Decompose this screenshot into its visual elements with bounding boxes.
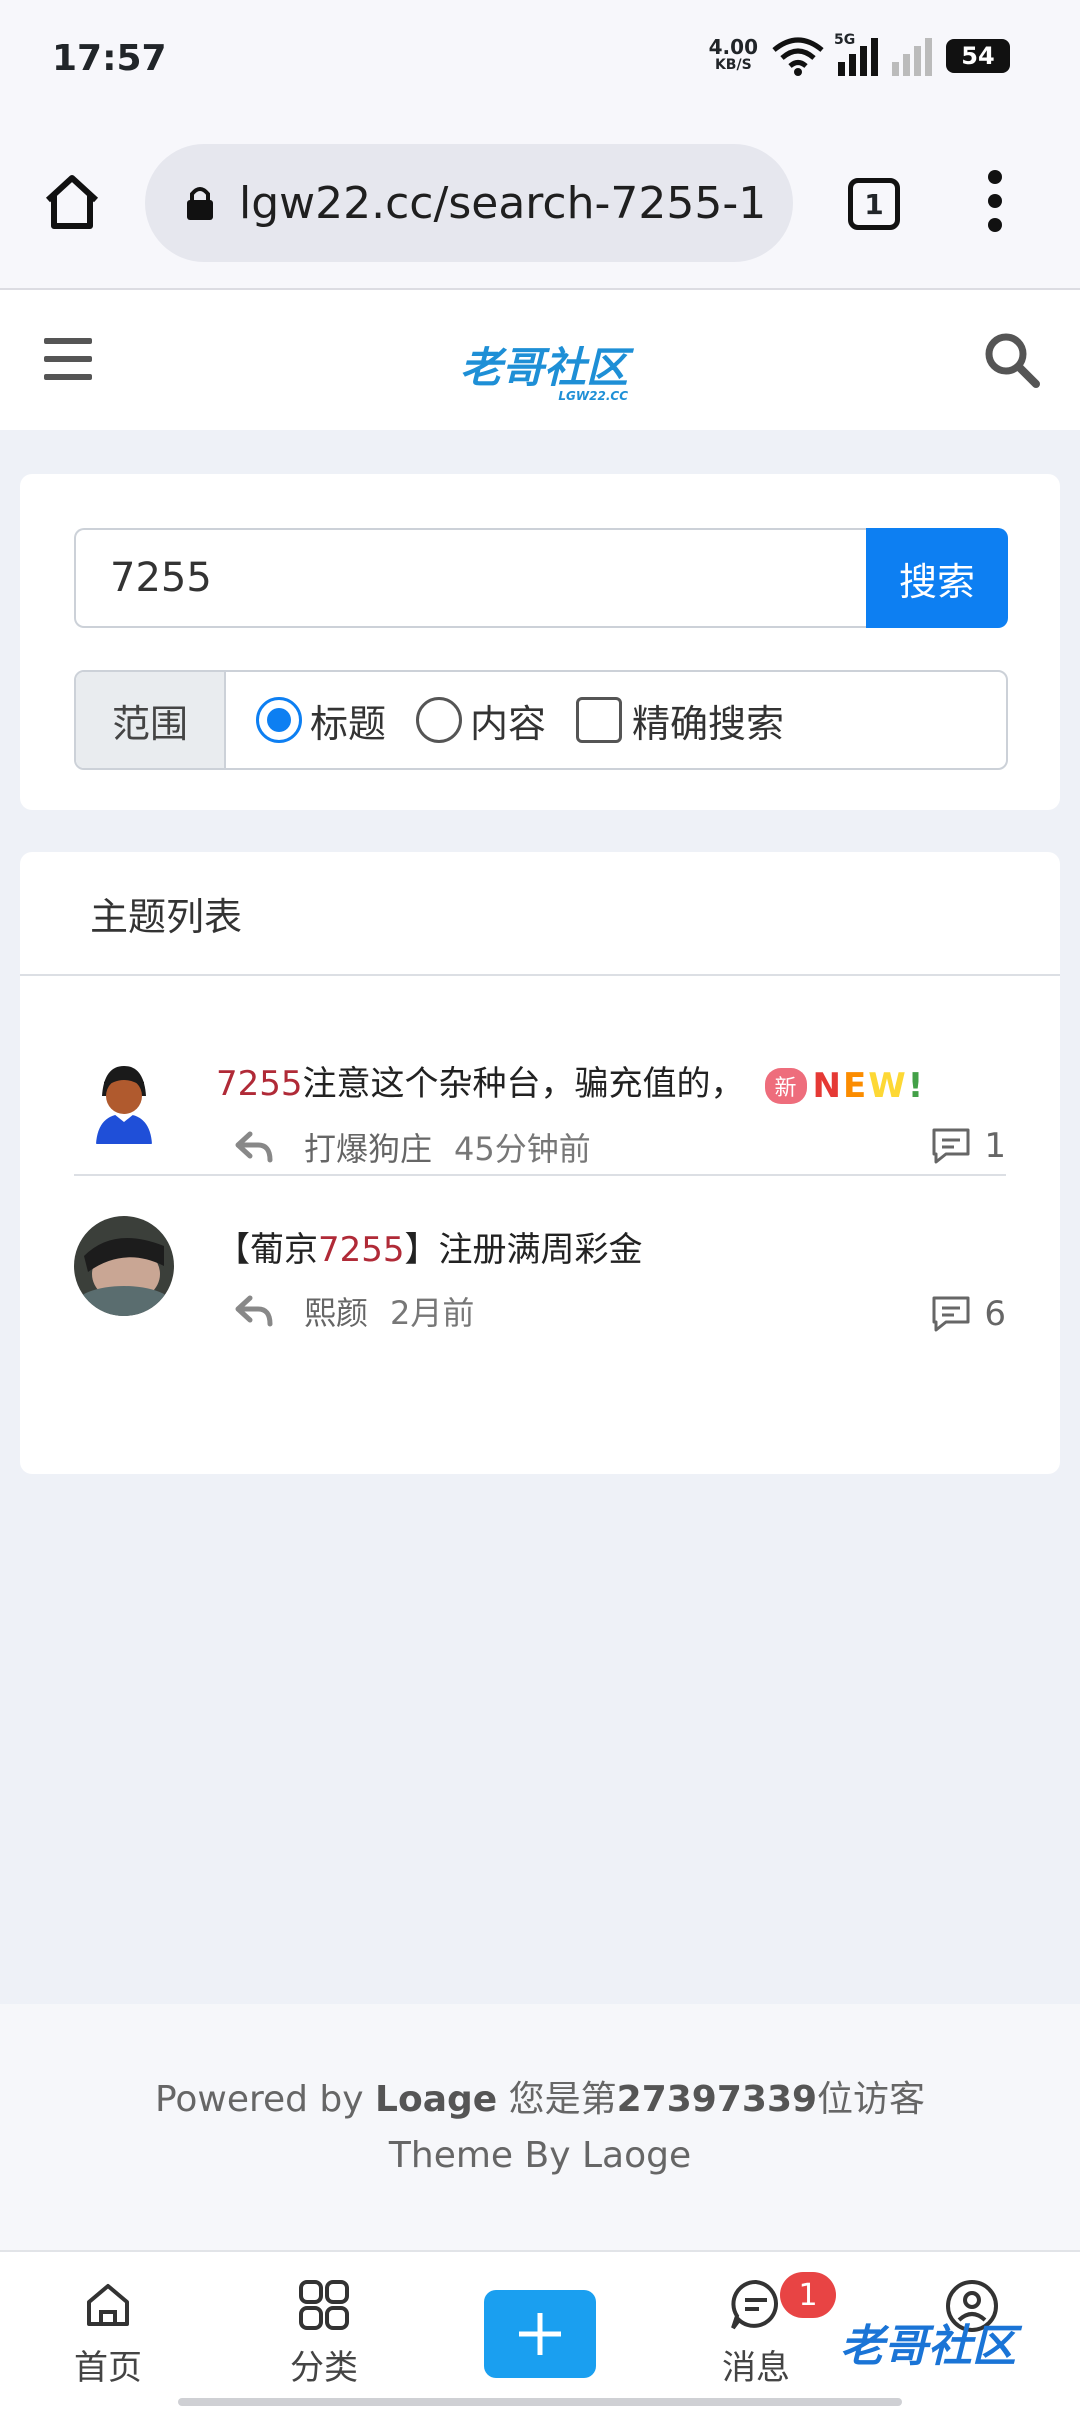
nav-home-label: 首页	[74, 2348, 142, 2388]
topic-time: 2月前	[390, 1294, 475, 1332]
page-footer: Powered by Loage 您是第27397339位访客 Theme By…	[0, 2004, 1080, 2250]
list-item[interactable]: 【葡京7255】注册满周彩金 熙颜 2月前 6	[74, 1178, 1006, 1348]
search-input[interactable]: 7255	[74, 528, 866, 628]
topic-title-text: 】注册满周彩金	[404, 1230, 643, 1270]
exact-search-checkbox[interactable]	[576, 697, 623, 743]
avatar[interactable]	[74, 1052, 174, 1152]
radio-title[interactable]	[256, 697, 302, 743]
status-bar: 17:57 4.00 KB/S 5G 54	[0, 0, 1080, 120]
topic-meta: 打爆狗庄 45分钟前	[234, 1124, 591, 1170]
comment-icon	[932, 1296, 970, 1332]
footer-powered: Powered by Loage 您是第27397339位访客	[0, 2072, 1080, 2128]
reply-icon	[235, 1131, 273, 1163]
browser-toolbar: lgw22.cc/search-7255-1 1	[0, 120, 1080, 290]
lock-icon	[187, 187, 213, 220]
topic-title[interactable]: 【葡京7255】注册满周彩金	[216, 1222, 643, 1271]
new-post-button[interactable]	[484, 2290, 596, 2378]
search-icon[interactable]	[982, 330, 1042, 390]
logo-text: 老哥社区	[460, 343, 629, 392]
new-badge: 新	[764, 1067, 807, 1104]
new-art-icon: NEW!	[812, 1065, 926, 1106]
topic-title-highlight: 7255	[216, 1064, 303, 1104]
signal-icon: 5G	[834, 32, 878, 76]
topic-title-prefix: 【葡京	[216, 1230, 318, 1270]
search-scope: 范围 标题 内容 精确搜索	[74, 670, 1008, 770]
comment-count: 6	[930, 1294, 1006, 1334]
topic-title-highlight: 7255	[318, 1230, 405, 1270]
site-logo[interactable]: 老哥社区 LGW22.CC	[460, 334, 628, 403]
bottom-nav: 首页 分类 消息 1 老哥社区	[0, 2250, 1080, 2412]
watermark-logo: 老哥社区	[840, 2321, 1016, 2372]
search-card: 7255 搜索 范围 标题 内容 精确搜索	[20, 474, 1060, 810]
exact-search-label: 精确搜索	[632, 701, 785, 746]
plus-icon	[519, 2313, 561, 2355]
gesture-bar	[178, 2398, 902, 2406]
home-icon	[87, 2284, 129, 2326]
tab-switcher-button[interactable]: 1	[848, 178, 900, 230]
nav-home[interactable]: 首页	[38, 2278, 178, 2389]
topic-author[interactable]: 熙颜	[304, 1288, 368, 1334]
address-bar[interactable]: lgw22.cc/search-7255-1	[145, 144, 793, 262]
signal-label: 5G	[834, 32, 856, 48]
nav-category[interactable]: 分类	[254, 2278, 394, 2389]
battery-icon: 54	[946, 39, 1010, 73]
url-text: lgw22.cc/search-7255-1	[239, 177, 767, 229]
scope-label: 范围	[76, 672, 226, 768]
avatar[interactable]	[74, 1216, 174, 1316]
scope-option-title[interactable]: 标题	[256, 693, 386, 748]
overflow-menu-icon[interactable]	[980, 170, 1010, 240]
scope-option-content-label: 内容	[470, 701, 547, 746]
site-header: 老哥社区 LGW22.CC	[0, 290, 1080, 430]
status-time: 17:57	[52, 38, 167, 79]
comment-count-value: 6	[984, 1294, 1006, 1334]
search-button[interactable]: 搜索	[866, 528, 1008, 628]
signal-2-icon	[892, 36, 932, 76]
footer-theme: Theme By Laoge	[388, 2135, 692, 2176]
exact-search-option[interactable]: 精确搜索	[576, 693, 784, 748]
hamburger-menu-icon[interactable]	[44, 338, 92, 380]
network-speed: 4.00 KB/S	[709, 37, 758, 74]
footer-visitor-suffix: 位访客	[817, 2079, 926, 2120]
radio-content[interactable]	[416, 697, 463, 743]
nav-messages-label: 消息	[722, 2348, 790, 2388]
topic-meta: 熙颜 2月前	[234, 1288, 474, 1334]
list-item[interactable]: 7255注意这个杂种台，骗充值的， 新 NEW! 打爆狗庄 45分钟前 1	[74, 1012, 1006, 1176]
network-speed-unit: KB/S	[714, 57, 752, 73]
footer-powered-prefix: Powered by	[154, 2079, 376, 2120]
topic-author[interactable]: 打爆狗庄	[304, 1124, 432, 1170]
comment-count-value: 1	[984, 1126, 1006, 1166]
nav-category-label: 分类	[290, 2348, 358, 2388]
topic-title-text: 注意这个杂种台，骗充值的，	[302, 1064, 745, 1104]
message-count-badge: 1	[780, 2272, 836, 2318]
home-icon[interactable]	[40, 170, 104, 234]
topic-list-card: 主题列表 7255注意这个杂种台，骗充值的，新 NEW! 打爆狗庄 45分钟前 1	[20, 852, 1060, 1474]
topic-list-header: 主题列表	[20, 852, 1060, 976]
comment-icon	[932, 1128, 970, 1164]
grid-icon	[299, 2280, 349, 2330]
status-icons: 4.00 KB/S 5G 54	[709, 32, 1010, 76]
wifi-icon	[772, 37, 824, 76]
message-icon	[731, 2279, 778, 2330]
scope-option-title-label: 标题	[310, 701, 387, 746]
reply-icon	[235, 1295, 273, 1327]
comment-count: 1	[930, 1126, 1006, 1166]
topic-title[interactable]: 7255注意这个杂种台，骗充值的， 新 NEW!	[216, 1056, 925, 1106]
footer-visitor-prefix: 您是第	[497, 2079, 617, 2120]
visitor-count: 27397339	[616, 2079, 818, 2120]
topic-time: 45分钟前	[454, 1130, 591, 1168]
scope-option-content[interactable]: 内容	[416, 693, 546, 748]
footer-powered-name[interactable]: Loage	[375, 2079, 497, 2120]
